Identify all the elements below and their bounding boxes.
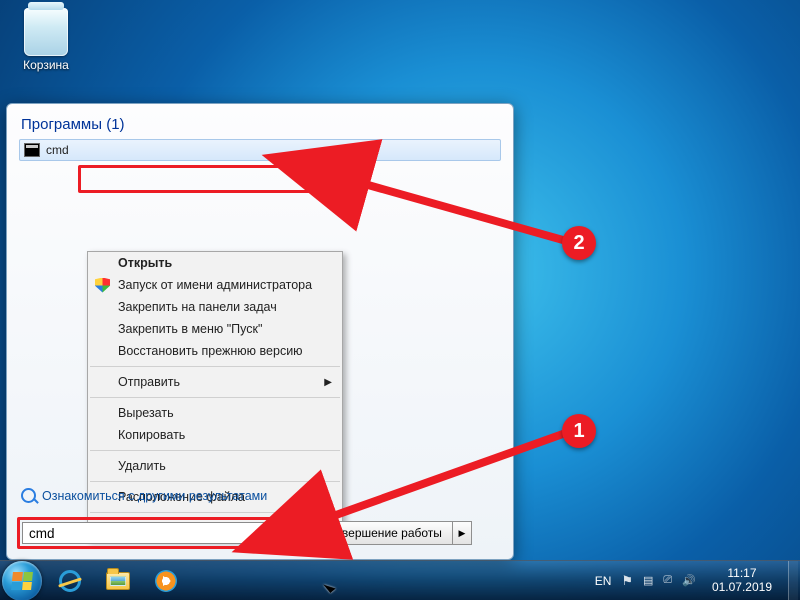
uac-shield-icon xyxy=(95,278,110,293)
context-menu-separator xyxy=(90,366,340,367)
search-result-label: cmd xyxy=(46,143,69,157)
media-player-icon xyxy=(155,570,177,592)
recycle-bin-label: Корзина xyxy=(18,58,74,72)
context-menu-pin-taskbar[interactable]: Закрепить на панели задач xyxy=(88,296,342,318)
windows-logo-icon xyxy=(11,572,33,590)
context-menu-delete[interactable]: Удалить xyxy=(88,455,342,477)
see-more-results-link[interactable]: Ознакомиться с другими результатами xyxy=(21,488,267,503)
shutdown-options-button[interactable]: ▶ xyxy=(452,521,472,545)
language-indicator[interactable]: EN xyxy=(595,574,612,588)
taskbar-media-player-button[interactable] xyxy=(144,565,188,597)
start-menu-bottom-row: ✕ Завершение работы ▶ xyxy=(17,516,503,550)
programs-section-header: Программы (1) xyxy=(21,116,501,133)
tray-volume-icon[interactable]: 🔊 xyxy=(682,574,696,587)
tray-action-center-icon[interactable]: ⚑ xyxy=(621,573,633,589)
context-menu-separator xyxy=(90,481,340,482)
context-menu-separator xyxy=(90,450,340,451)
submenu-arrow-icon: ▶ xyxy=(324,377,332,388)
start-button[interactable] xyxy=(2,561,42,600)
cmd-icon xyxy=(24,143,40,157)
annotation-badge-2: 2 xyxy=(562,226,596,260)
context-menu-send-to[interactable]: Отправить ▶ xyxy=(88,371,342,393)
shutdown-button[interactable]: Завершение работы xyxy=(317,521,452,545)
taskbar: EN ⚑ ▤ ⎚ 🔊 11:17 01.07.2019 xyxy=(0,560,800,600)
search-result-cmd[interactable]: cmd xyxy=(19,139,501,161)
context-menu-pin-start[interactable]: Закрепить в меню "Пуск" xyxy=(88,318,342,340)
context-menu-cut[interactable]: Вырезать xyxy=(88,402,342,424)
context-menu-separator xyxy=(90,397,340,398)
clear-search-icon[interactable]: ✕ xyxy=(285,526,295,540)
context-menu-open[interactable]: Открыть xyxy=(88,252,342,274)
annotation-badge-1: 1 xyxy=(562,414,596,448)
system-tray: EN ⚑ ▤ ⎚ 🔊 11:17 01.07.2019 xyxy=(595,561,800,600)
recycle-bin-desktop-icon[interactable]: Корзина xyxy=(18,8,74,72)
search-icon xyxy=(21,488,36,503)
context-menu-copy[interactable]: Копировать xyxy=(88,424,342,446)
desktop: Корзина Программы (1) cmd Открыть Запуск… xyxy=(0,0,800,600)
context-menu-restore-version[interactable]: Восстановить прежнюю версию xyxy=(88,340,342,362)
context-menu-run-as-admin[interactable]: Запуск от имени администратора xyxy=(88,274,342,296)
shutdown-split-button: Завершение работы ▶ xyxy=(317,521,472,545)
tray-network-icon[interactable]: ▤ xyxy=(643,574,653,587)
taskbar-explorer-button[interactable] xyxy=(96,565,140,597)
clock-time: 11:17 xyxy=(712,567,772,581)
taskbar-clock[interactable]: 11:17 01.07.2019 xyxy=(706,567,778,595)
file-explorer-icon xyxy=(106,572,130,590)
recycle-bin-icon xyxy=(24,8,68,56)
clock-date: 01.07.2019 xyxy=(712,581,772,595)
context-menu-separator xyxy=(90,512,340,513)
internet-explorer-icon xyxy=(59,570,81,592)
start-menu-search-input[interactable] xyxy=(22,522,300,544)
start-menu-search-panel: Программы (1) cmd Открыть Запуск от имен… xyxy=(6,103,514,560)
show-desktop-button[interactable] xyxy=(788,561,798,600)
taskbar-ie-button[interactable] xyxy=(48,565,92,597)
search-box-highlight: ✕ xyxy=(17,517,305,549)
tray-device-icon[interactable]: ⎚ xyxy=(663,574,672,587)
